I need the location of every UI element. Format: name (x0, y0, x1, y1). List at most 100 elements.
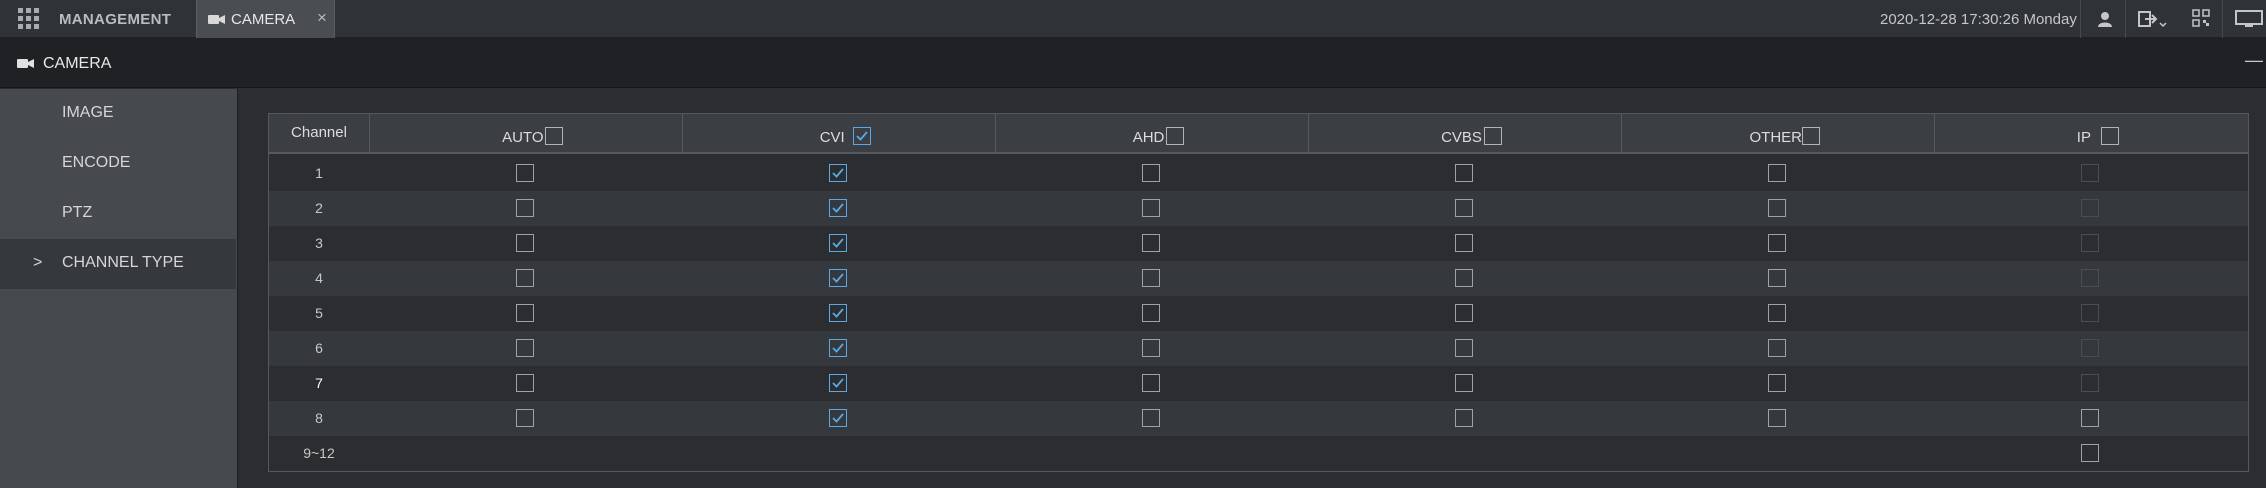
cvbs-checkbox[interactable] (1454, 409, 1473, 427)
camera-icon (208, 15, 225, 24)
other-checkbox[interactable] (1767, 374, 1786, 392)
close-icon[interactable]: × (317, 8, 327, 28)
sidebar-item-encode[interactable]: ENCODE (0, 139, 236, 189)
page-title: CAMERA (43, 55, 112, 72)
tab-label: CAMERA (231, 11, 296, 28)
other-checkbox[interactable] (1767, 269, 1786, 287)
cvi-checkbox[interactable] (828, 374, 847, 392)
user-icon[interactable] (2096, 10, 2114, 28)
table-row: 6 (269, 331, 2248, 366)
auto-checkbox[interactable] (515, 234, 534, 252)
sidebar: IMAGE ENCODE PTZ > CHANNEL TYPE (0, 89, 238, 488)
column-header-label: IP (2076, 129, 2091, 146)
cvbs-checkbox[interactable] (1454, 164, 1473, 182)
other-checkbox[interactable] (1767, 409, 1786, 427)
camera-icon (17, 59, 34, 68)
column-header-channel: Channel (269, 114, 369, 154)
column-header-label: Channel (291, 124, 347, 141)
ahd-checkbox[interactable] (1141, 374, 1160, 392)
channel-number: 7 (315, 375, 323, 391)
select-all-cvbs-checkbox[interactable] (1483, 127, 1502, 145)
cvi-checkbox[interactable] (828, 339, 847, 357)
channel-number: 1 (315, 165, 323, 181)
channel-type-table: Channel AUTO CVI AHD CVBS OTHER IP 1 2 3 4 5 6 7 8 9~1… (268, 113, 2249, 472)
auto-checkbox[interactable] (515, 409, 534, 427)
sidebar-item-label: IMAGE (62, 104, 114, 121)
other-checkbox[interactable] (1767, 199, 1786, 217)
auto-checkbox[interactable] (515, 164, 534, 182)
ip-checkbox (2081, 199, 2099, 217)
table-row: 3 (269, 226, 2248, 261)
auto-checkbox[interactable] (515, 269, 534, 287)
minimize-button[interactable]: — (2245, 50, 2263, 71)
display-icon[interactable] (2235, 10, 2263, 28)
select-all-auto-checkbox[interactable] (544, 127, 563, 145)
select-all-cvi-checkbox[interactable] (853, 127, 872, 145)
cvi-checkbox[interactable] (828, 304, 847, 322)
management-tab[interactable]: MANAGEMENT (59, 11, 171, 28)
ahd-checkbox[interactable] (1141, 304, 1160, 322)
table-header: Channel AUTO CVI AHD CVBS OTHER IP (269, 114, 2248, 154)
ip-checkbox (2081, 339, 2099, 357)
top-bar: MANAGEMENT CAMERA × 2020-12-28 17:30:26 … (0, 0, 2266, 38)
ip-checkbox (2081, 304, 2099, 322)
column-header-ip: IP (1934, 114, 2248, 154)
logout-icon[interactable] (2138, 10, 2168, 30)
channel-number: 3 (315, 235, 323, 251)
sidebar-item-ptz[interactable]: PTZ (0, 189, 236, 239)
auto-checkbox[interactable] (515, 304, 534, 322)
sidebar-item-image[interactable]: IMAGE (0, 89, 236, 139)
cvbs-checkbox[interactable] (1454, 199, 1473, 217)
other-checkbox[interactable] (1767, 164, 1786, 182)
cvbs-checkbox[interactable] (1454, 304, 1473, 322)
column-header-other: OTHER (1621, 114, 1934, 154)
window-title-bar: CAMERA — (0, 38, 2266, 88)
ip-checkbox[interactable] (2081, 444, 2099, 462)
column-header-auto: AUTO (369, 114, 682, 154)
column-header-label: CVI (819, 129, 845, 146)
column-header-label: OTHER (1749, 129, 1803, 146)
select-all-ahd-checkbox[interactable] (1166, 127, 1185, 145)
auto-checkbox[interactable] (515, 339, 534, 357)
column-header-ahd: AHD (995, 114, 1308, 154)
other-checkbox[interactable] (1767, 304, 1786, 322)
column-header-label: AHD (1132, 129, 1165, 146)
ahd-checkbox[interactable] (1141, 339, 1160, 357)
select-all-ip-checkbox[interactable] (2101, 127, 2120, 145)
sidebar-item-label: PTZ (62, 204, 93, 221)
cvi-checkbox[interactable] (828, 234, 847, 252)
cvbs-checkbox[interactable] (1454, 269, 1473, 287)
cvi-checkbox[interactable] (828, 199, 847, 217)
cvbs-checkbox[interactable] (1454, 339, 1473, 357)
channel-number: 2 (315, 200, 323, 216)
divider (2080, 0, 2081, 38)
cvi-checkbox[interactable] (828, 269, 847, 287)
other-checkbox[interactable] (1767, 339, 1786, 357)
select-all-other-checkbox[interactable] (1801, 127, 1820, 145)
other-checkbox[interactable] (1767, 234, 1786, 252)
ahd-checkbox[interactable] (1141, 164, 1160, 182)
column-header-cvbs: CVBS (1308, 114, 1621, 154)
table-row: 7 (269, 366, 2248, 401)
ip-checkbox (2081, 164, 2099, 182)
auto-checkbox[interactable] (515, 374, 534, 392)
divider (2222, 0, 2223, 38)
ahd-checkbox[interactable] (1141, 269, 1160, 287)
main-content: Channel AUTO CVI AHD CVBS OTHER IP 1 2 3 4 5 6 7 8 9~1… (239, 89, 2266, 488)
cvbs-checkbox[interactable] (1454, 374, 1473, 392)
ahd-checkbox[interactable] (1141, 234, 1160, 252)
grid-menu-icon[interactable] (18, 8, 40, 30)
cvi-checkbox[interactable] (828, 409, 847, 427)
ahd-checkbox[interactable] (1141, 409, 1160, 427)
cvbs-checkbox[interactable] (1454, 234, 1473, 252)
qr-code-icon[interactable] (2192, 9, 2210, 27)
ip-checkbox[interactable] (2081, 409, 2099, 427)
datetime-display: 2020-12-28 17:30:26 Monday (1880, 11, 2077, 28)
cvi-checkbox[interactable] (828, 164, 847, 182)
divider (2125, 0, 2126, 38)
auto-checkbox[interactable] (515, 199, 534, 217)
sidebar-item-channel-type[interactable]: > CHANNEL TYPE (0, 239, 236, 289)
ahd-checkbox[interactable] (1141, 199, 1160, 217)
channel-number: 9~12 (303, 445, 335, 461)
tab-camera[interactable]: CAMERA × (196, 0, 335, 38)
